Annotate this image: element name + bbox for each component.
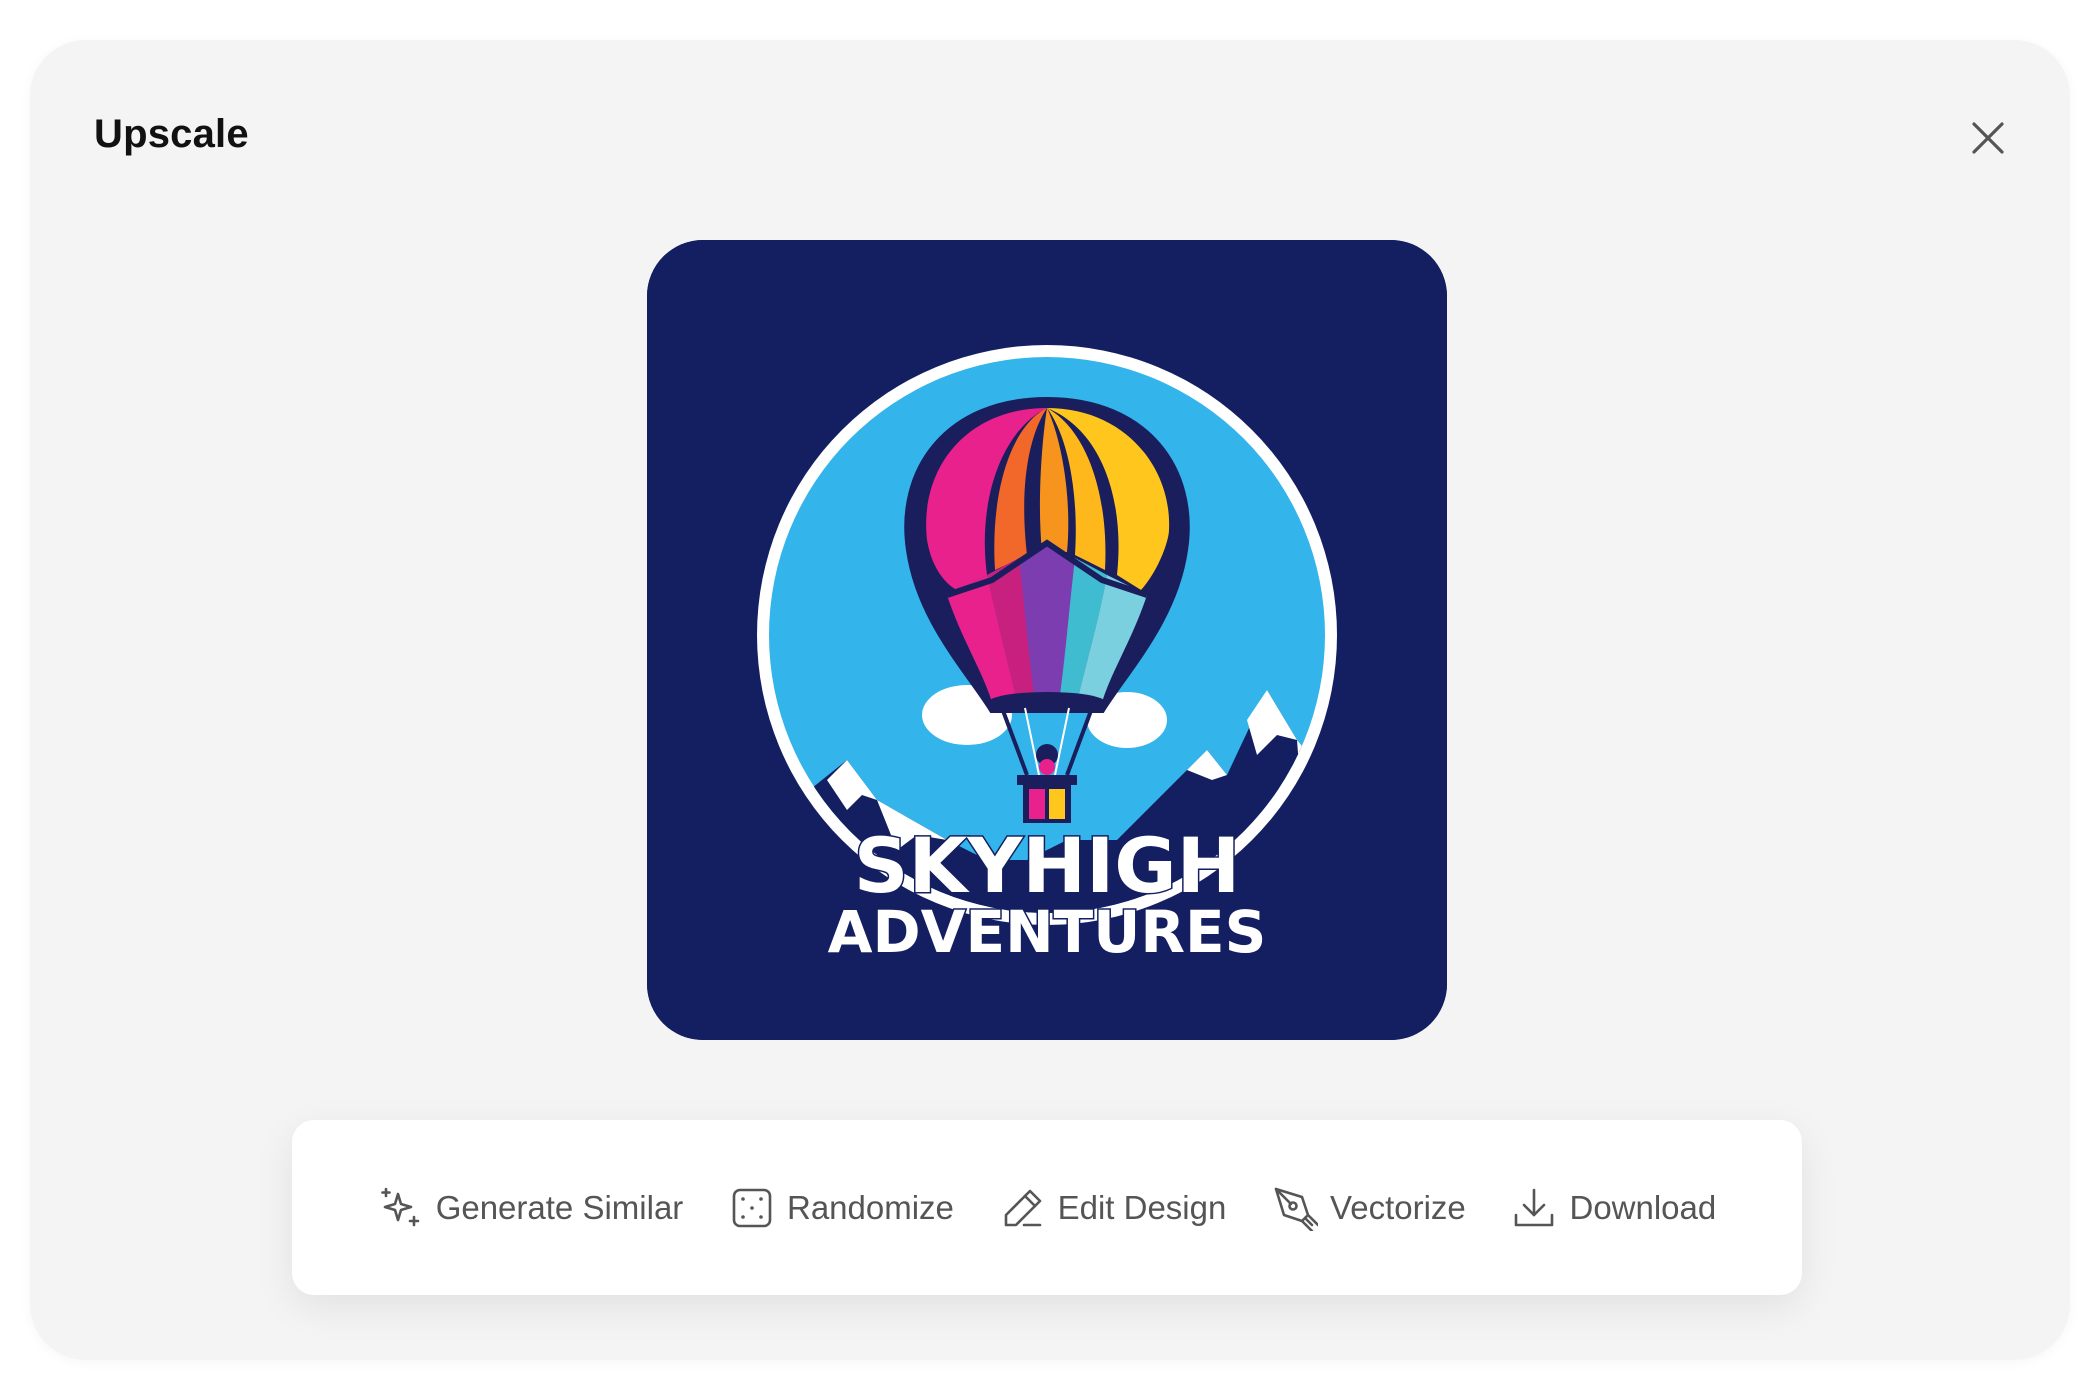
logo-artwork: SKYHIGH ADVENTURES	[647, 240, 1447, 1040]
design-preview-image: SKYHIGH ADVENTURES	[647, 240, 1447, 1040]
action-toolbar: Generate Similar Randomize Edit Design V…	[292, 1120, 1802, 1295]
download-icon	[1511, 1185, 1557, 1231]
generate-similar-button[interactable]: Generate Similar	[378, 1185, 684, 1231]
randomize-label: Randomize	[786, 1188, 954, 1226]
vectorize-button[interactable]: Vectorize	[1272, 1185, 1466, 1231]
pen-tool-icon	[1272, 1185, 1319, 1231]
upscale-dialog: Upscale SKYHIGH ADVENTURES Generate Simi…	[30, 40, 2070, 1360]
dialog-title: Upscale	[94, 112, 249, 156]
sparkles-icon	[378, 1185, 424, 1231]
randomize-button[interactable]: Randomize	[729, 1185, 954, 1231]
edit-design-button[interactable]: Edit Design	[1000, 1185, 1227, 1231]
dice-icon	[729, 1185, 775, 1231]
logo-text-adventures: ADVENTURES	[828, 898, 1267, 966]
generate-similar-label: Generate Similar	[435, 1188, 684, 1226]
pencil-icon	[1000, 1185, 1046, 1231]
logo-text-skyhigh: SKYHIGH	[854, 821, 1241, 910]
download-button[interactable]: Download	[1511, 1185, 1716, 1231]
close-button[interactable]	[1958, 108, 2018, 168]
edit-design-label: Edit Design	[1057, 1188, 1227, 1226]
close-icon	[1972, 122, 2004, 154]
download-label: Download	[1569, 1188, 1717, 1226]
vectorize-label: Vectorize	[1330, 1188, 1466, 1226]
